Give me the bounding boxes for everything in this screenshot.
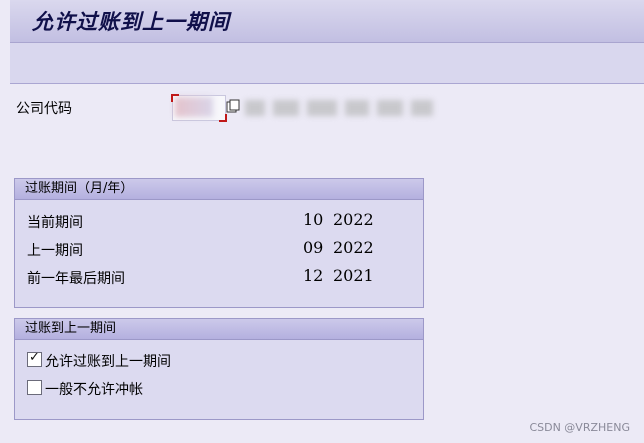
no-reversal-checkbox[interactable] [27,380,42,395]
previous-period-month: 09 [303,238,324,257]
posting-period-group-title: 过账期间（月/年） [15,179,423,200]
company-code-label: 公司代码 [16,101,72,117]
title-bar: 允许过账到上一期间 [10,0,644,43]
post-to-previous-period-group: 过账到上一期间 允许过账到上一期间 一般不允许冲帐 [14,318,424,420]
current-period-label: 当前期间 [27,215,83,231]
post-to-previous-period-group-title: 过账到上一期间 [15,319,423,340]
page-title: 允许过账到上一期间 [32,9,230,34]
last-period-prev-year-month: 12 [303,266,324,285]
current-period-year: 2022 [333,210,374,229]
previous-period-year: 2022 [333,238,374,257]
posting-period-group: 过账期间（月/年） 当前期间 10 2022 上一期间 09 2022 前一年最… [14,178,424,308]
last-period-prev-year-label: 前一年最后期间 [27,271,125,287]
previous-period-label: 上一期间 [27,243,83,259]
current-period-month: 10 [303,210,324,229]
watermark: CSDN @VRZHENG [529,421,630,434]
redacted-value [175,97,213,117]
value-help-icon[interactable] [226,98,240,113]
application-toolbar [10,43,644,84]
focus-corner-bottom-right [219,114,227,122]
focus-corner-top-left [171,94,179,102]
company-description-redacted [245,98,435,118]
company-code-input[interactable] [171,94,227,122]
no-reversal-label: 一般不允许冲帐 [45,382,143,398]
allow-posting-prev-period-label: 允许过账到上一期间 [45,354,171,370]
allow-posting-prev-period-checkbox[interactable] [27,350,42,367]
last-period-prev-year-year: 2021 [333,266,374,285]
